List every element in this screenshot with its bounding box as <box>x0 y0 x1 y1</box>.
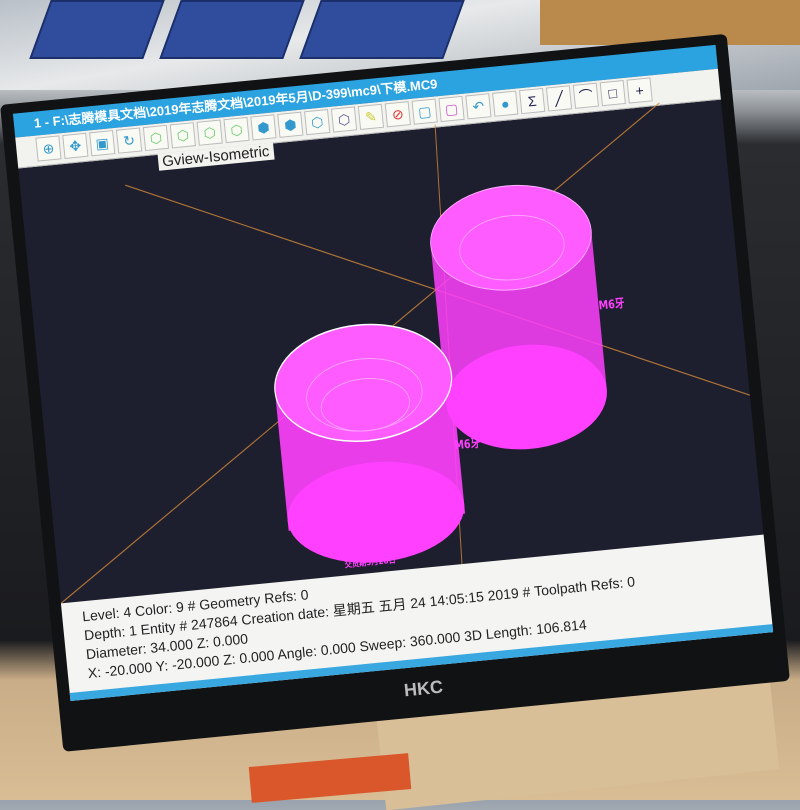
sigma-icon[interactable]: Σ <box>519 87 546 115</box>
cube-icon[interactable]: ⬡ <box>223 116 250 144</box>
globe-icon[interactable]: ● <box>492 90 519 117</box>
binder <box>159 0 305 59</box>
copy-icon[interactable]: ▢ <box>438 95 465 123</box>
binder <box>299 0 465 59</box>
select-icon[interactable]: ▣ <box>89 130 116 157</box>
cube-icon[interactable]: ⬡ <box>196 119 223 146</box>
cube-icon[interactable]: ⬢ <box>277 111 304 138</box>
screen: 1 - F:\志腾模具文档\2019年志腾文档\2019年5月\D-399\mc… <box>12 44 774 701</box>
arc-icon[interactable]: ⌒ <box>572 82 600 109</box>
monitor-brand-logo: HKC <box>403 676 444 701</box>
rotate-icon[interactable]: ↻ <box>115 127 143 154</box>
monitor: 1 - F:\志腾模具文档\2019年志腾文档\2019年5月\D-399\mc… <box>0 33 790 752</box>
cube-icon[interactable]: ⬢ <box>250 114 277 141</box>
line-icon[interactable]: ╱ <box>545 85 573 112</box>
plus-icon[interactable]: + <box>626 77 653 104</box>
pan-icon[interactable]: ✥ <box>62 132 89 159</box>
cube-icon[interactable]: ⬡ <box>142 124 170 152</box>
cube-icon[interactable]: ⬡ <box>169 122 196 149</box>
cube-icon[interactable]: ⬡ <box>304 109 331 136</box>
thread-label-back: M6牙 <box>598 296 625 313</box>
zoom-icon[interactable]: ⊕ <box>35 135 62 162</box>
thread-label-front: M6牙 <box>454 436 481 453</box>
binder <box>29 0 165 59</box>
rect-icon[interactable]: □ <box>599 80 626 107</box>
undo-icon[interactable]: ↶ <box>465 93 492 120</box>
copy-icon[interactable]: ▢ <box>411 98 438 125</box>
cube-icon[interactable]: ⬡ <box>330 106 358 133</box>
pencil-icon[interactable]: ✎ <box>357 103 385 130</box>
graphics-viewport[interactable]: M6牙 ZLG-783 下模芯子 交货期5月28日 M6牙 潮之件 ZLG-78… <box>18 97 764 604</box>
no-entry-icon[interactable]: ⊘ <box>384 101 411 128</box>
